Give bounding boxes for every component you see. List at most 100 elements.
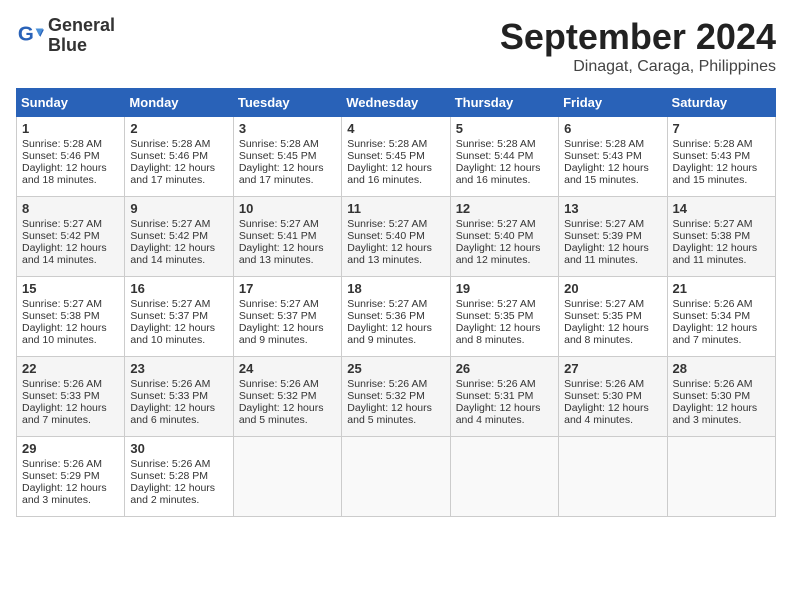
calendar-week-2: 8Sunrise: 5:27 AMSunset: 5:42 PMDaylight…: [17, 197, 776, 277]
daylight-label: Daylight: 12 hours and 5 minutes.: [347, 402, 432, 426]
day-number: 28: [673, 361, 770, 376]
calendar-cell: [450, 437, 558, 517]
calendar-cell: 25 Sunrise: 5:26 AMSunset: 5:32 PMDayligh…: [342, 357, 450, 437]
sunset-label: Sunset: 5:45 PM: [239, 150, 317, 162]
col-wednesday: Wednesday: [342, 89, 450, 117]
sunrise-label: Sunrise: 5:27 AM: [564, 218, 644, 230]
sunrise-label: Sunrise: 5:28 AM: [239, 138, 319, 150]
day-number: 18: [347, 281, 444, 296]
daylight-label: Daylight: 12 hours and 17 minutes.: [239, 162, 324, 186]
sunset-label: Sunset: 5:32 PM: [347, 390, 425, 402]
calendar-week-1: 1Sunrise: 5:28 AMSunset: 5:46 PMDaylight…: [17, 117, 776, 197]
month-title: September 2024: [500, 16, 776, 58]
sunrise-label: Sunrise: 5:27 AM: [673, 218, 753, 230]
sunset-label: Sunset: 5:35 PM: [564, 310, 642, 322]
sunrise-label: Sunrise: 5:26 AM: [130, 378, 210, 390]
calendar-cell: 4Sunrise: 5:28 AMSunset: 5:45 PMDaylight…: [342, 117, 450, 197]
sunrise-label: Sunrise: 5:27 AM: [22, 218, 102, 230]
sunset-label: Sunset: 5:29 PM: [22, 470, 100, 482]
calendar-cell: 9Sunrise: 5:27 AMSunset: 5:42 PMDaylight…: [125, 197, 233, 277]
day-number: 5: [456, 121, 553, 136]
col-thursday: Thursday: [450, 89, 558, 117]
calendar-cell: 10Sunrise: 5:27 AMSunset: 5:41 PMDayligh…: [233, 197, 341, 277]
sunrise-label: Sunrise: 5:28 AM: [130, 138, 210, 150]
col-sunday: Sunday: [17, 89, 125, 117]
daylight-label: Daylight: 12 hours and 4 minutes.: [456, 402, 541, 426]
col-tuesday: Tuesday: [233, 89, 341, 117]
calendar-cell: 11 Sunrise: 5:27 AMSunset: 5:40 PMDayligh…: [342, 197, 450, 277]
calendar-cell: 28Sunrise: 5:26 AMSunset: 5:30 PMDayligh…: [667, 357, 775, 437]
day-number: 25: [347, 361, 444, 376]
location: Dinagat, Caraga, Philippines: [500, 58, 776, 76]
daylight-label: Daylight: 12 hours and 8 minutes.: [564, 322, 649, 346]
sunrise-label: Sunrise: 5:27 AM: [347, 218, 427, 230]
day-number: 4: [347, 121, 444, 136]
daylight-label: Daylight: 12 hours and 8 minutes.: [456, 322, 541, 346]
day-number: 24: [239, 361, 336, 376]
day-number: 10: [239, 201, 336, 216]
daylight-label: Daylight: 12 hours and 12 minutes.: [456, 242, 541, 266]
daylight-label: Daylight: 12 hours and 13 minutes.: [347, 242, 432, 266]
sunset-label: Sunset: 5:32 PM: [239, 390, 317, 402]
daylight-label: Daylight: 12 hours and 16 minutes.: [456, 162, 541, 186]
calendar-cell: 17Sunrise: 5:27 AMSunset: 5:37 PMDayligh…: [233, 277, 341, 357]
day-number: 23: [130, 361, 227, 376]
logo-line1: General: [48, 16, 115, 36]
sunrise-label: Sunrise: 5:26 AM: [22, 378, 102, 390]
calendar-cell: 19Sunrise: 5:27 AMSunset: 5:35 PMDayligh…: [450, 277, 558, 357]
sunset-label: Sunset: 5:46 PM: [22, 150, 100, 162]
day-number: 29: [22, 441, 119, 456]
calendar-cell: 27Sunrise: 5:26 AMSunset: 5:30 PMDayligh…: [559, 357, 667, 437]
sunset-label: Sunset: 5:37 PM: [239, 310, 317, 322]
day-number: 20: [564, 281, 661, 296]
calendar-cell: 13Sunrise: 5:27 AMSunset: 5:39 PMDayligh…: [559, 197, 667, 277]
sunrise-label: Sunrise: 5:26 AM: [347, 378, 427, 390]
daylight-label: Daylight: 12 hours and 14 minutes.: [130, 242, 215, 266]
logo-line2: Blue: [48, 36, 115, 56]
day-number: 16: [130, 281, 227, 296]
sunset-label: Sunset: 5:38 PM: [22, 310, 100, 322]
daylight-label: Daylight: 12 hours and 7 minutes.: [673, 322, 758, 346]
sunset-label: Sunset: 5:40 PM: [456, 230, 534, 242]
calendar-cell: 5Sunrise: 5:28 AMSunset: 5:44 PMDaylight…: [450, 117, 558, 197]
day-number: 6: [564, 121, 661, 136]
title-area: September 2024 Dinagat, Caraga, Philippi…: [500, 16, 776, 76]
day-number: 8: [22, 201, 119, 216]
sunset-label: Sunset: 5:34 PM: [673, 310, 751, 322]
daylight-label: Daylight: 12 hours and 17 minutes.: [130, 162, 215, 186]
sunrise-label: Sunrise: 5:27 AM: [347, 298, 427, 310]
day-number: 2: [130, 121, 227, 136]
calendar-cell: 12Sunrise: 5:27 AMSunset: 5:40 PMDayligh…: [450, 197, 558, 277]
sunset-label: Sunset: 5:30 PM: [673, 390, 751, 402]
day-number: 17: [239, 281, 336, 296]
daylight-label: Daylight: 12 hours and 6 minutes.: [130, 402, 215, 426]
sunset-label: Sunset: 5:30 PM: [564, 390, 642, 402]
daylight-label: Daylight: 12 hours and 14 minutes.: [22, 242, 107, 266]
daylight-label: Daylight: 12 hours and 5 minutes.: [239, 402, 324, 426]
daylight-label: Daylight: 12 hours and 16 minutes.: [347, 162, 432, 186]
sunset-label: Sunset: 5:44 PM: [456, 150, 534, 162]
header: G General Blue September 2024 Dinagat, C…: [16, 16, 776, 76]
calendar-week-5: 29Sunrise: 5:26 AMSunset: 5:29 PMDayligh…: [17, 437, 776, 517]
sunrise-label: Sunrise: 5:26 AM: [564, 378, 644, 390]
sunset-label: Sunset: 5:42 PM: [130, 230, 208, 242]
day-number: 14: [673, 201, 770, 216]
day-number: 26: [456, 361, 553, 376]
day-number: 19: [456, 281, 553, 296]
calendar-cell: 22Sunrise: 5:26 AMSunset: 5:33 PMDayligh…: [17, 357, 125, 437]
day-number: 11: [347, 201, 444, 216]
calendar-table: Sunday Monday Tuesday Wednesday Thursday…: [16, 88, 776, 517]
sunset-label: Sunset: 5:36 PM: [347, 310, 425, 322]
calendar-cell: 26Sunrise: 5:26 AMSunset: 5:31 PMDayligh…: [450, 357, 558, 437]
daylight-label: Daylight: 12 hours and 9 minutes.: [347, 322, 432, 346]
sunset-label: Sunset: 5:40 PM: [347, 230, 425, 242]
calendar-cell: 29Sunrise: 5:26 AMSunset: 5:29 PMDayligh…: [17, 437, 125, 517]
sunset-label: Sunset: 5:35 PM: [456, 310, 534, 322]
sunset-label: Sunset: 5:41 PM: [239, 230, 317, 242]
sunset-label: Sunset: 5:33 PM: [22, 390, 100, 402]
daylight-label: Daylight: 12 hours and 3 minutes.: [22, 482, 107, 506]
daylight-label: Daylight: 12 hours and 15 minutes.: [673, 162, 758, 186]
daylight-label: Daylight: 12 hours and 18 minutes.: [22, 162, 107, 186]
sunset-label: Sunset: 5:37 PM: [130, 310, 208, 322]
sunrise-label: Sunrise: 5:27 AM: [130, 218, 210, 230]
